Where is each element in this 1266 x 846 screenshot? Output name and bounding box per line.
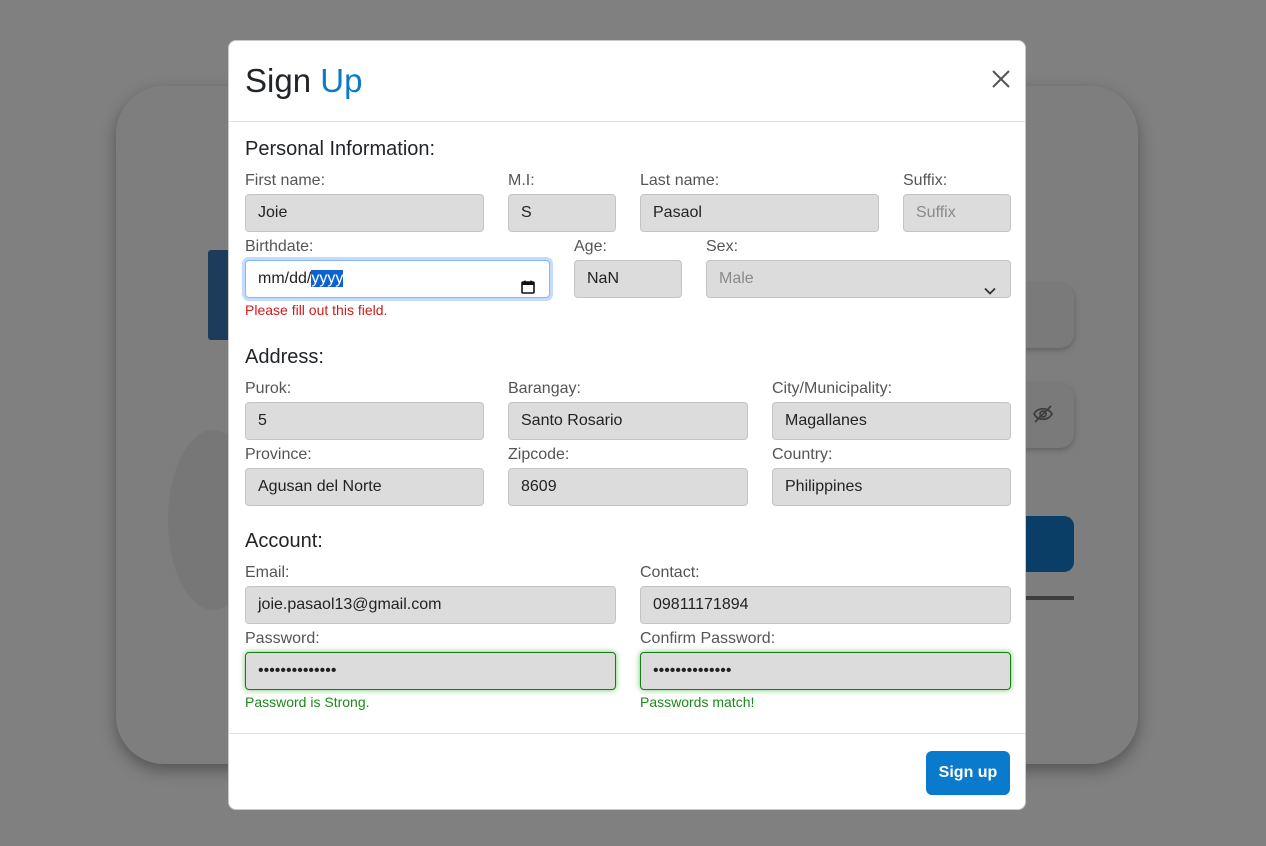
zipcode-label: Zipcode: — [508, 446, 570, 463]
sex-select[interactable]: Male — [706, 260, 1011, 298]
sex-selected-value: Male — [719, 270, 754, 287]
last-name-input[interactable]: Pasaol — [640, 194, 879, 232]
suffix-label: Suffix: — [903, 172, 948, 189]
password-strength-message: Password is Strong. — [245, 694, 370, 710]
sex-label: Sex: — [706, 238, 739, 255]
country-label: Country: — [772, 446, 833, 463]
personal-info-heading: Personal Information: — [245, 138, 436, 160]
account-heading: Account: — [245, 530, 323, 552]
birthdate-year-segment: yyyy — [311, 270, 344, 287]
modal-title: Sign Up — [245, 61, 362, 101]
modal-footer: Sign up — [229, 733, 1025, 810]
purok-label: Purok: — [245, 380, 292, 397]
address-heading: Address: — [245, 346, 324, 368]
zipcode-input[interactable]: 8609 — [508, 468, 748, 506]
eye-slash-icon — [1032, 404, 1054, 429]
birthdate-mask: mm/dd/ — [258, 270, 312, 287]
suffix-input[interactable]: Suffix — [903, 194, 1011, 232]
contact-input[interactable]: 09811171894 — [640, 586, 1011, 624]
modal-title-main: Sign — [245, 62, 312, 99]
signup-button[interactable]: Sign up — [926, 751, 1010, 795]
city-input[interactable]: Magallanes — [772, 402, 1011, 440]
calendar-icon[interactable] — [521, 272, 535, 308]
contact-label: Contact: — [640, 564, 700, 581]
birthdate-input[interactable]: mm/dd/yyyy — [245, 260, 550, 298]
barangay-label: Barangay: — [508, 380, 581, 397]
email-input[interactable]: joie.pasaol13@gmail.com — [245, 586, 616, 624]
password-input[interactable]: •••••••••••••• — [245, 652, 616, 690]
email-label: Email: — [245, 564, 290, 581]
confirm-password-input[interactable]: •••••••••••••• — [640, 652, 1011, 690]
password-match-message: Passwords match! — [640, 694, 755, 710]
confirm-password-label: Confirm Password: — [640, 630, 776, 647]
modal-title-accent: Up — [320, 62, 363, 99]
password-label: Password: — [245, 630, 320, 647]
province-label: Province: — [245, 446, 312, 463]
country-input[interactable]: Philippines — [772, 468, 1011, 506]
close-button[interactable] — [989, 67, 1013, 91]
last-name-label: Last name: — [640, 172, 720, 189]
first-name-label: First name: — [245, 172, 326, 189]
mi-input[interactable]: S — [508, 194, 616, 232]
close-icon — [992, 70, 1010, 88]
city-label: City/Municipality: — [772, 380, 893, 397]
background-illustration-bar — [208, 250, 230, 340]
chevron-down-icon — [984, 274, 996, 310]
mi-label: M.I: — [508, 172, 535, 189]
birthdate-error: Please fill out this field. — [245, 302, 388, 318]
purok-input[interactable]: 5 — [245, 402, 484, 440]
province-input[interactable]: Agusan del Norte — [245, 468, 484, 506]
first-name-input[interactable]: Joie — [245, 194, 484, 232]
age-input[interactable]: NaN — [574, 260, 682, 298]
modal-header: Sign Up — [229, 41, 1025, 122]
birthdate-label: Birthdate: — [245, 238, 314, 255]
signup-modal: Sign Up Personal Information: First name… — [228, 40, 1026, 810]
age-label: Age: — [574, 238, 607, 255]
barangay-input[interactable]: Santo Rosario — [508, 402, 748, 440]
